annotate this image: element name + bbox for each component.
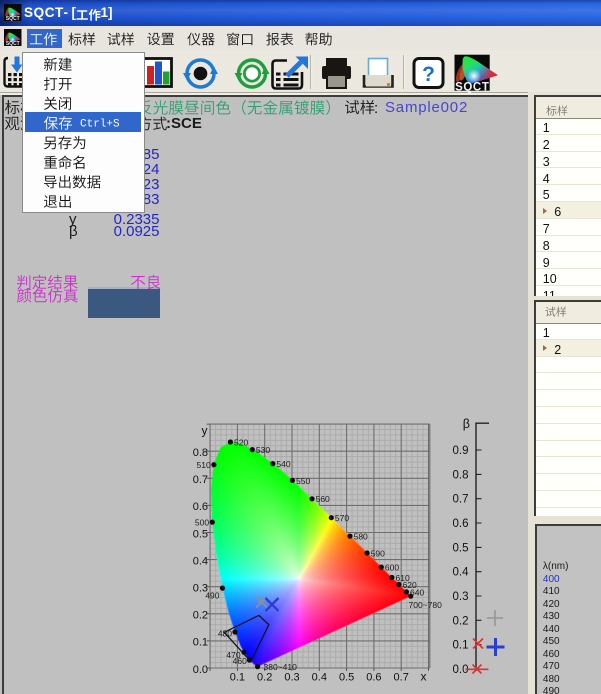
svg-text:Ctrl+S: Ctrl+S [80,119,120,131]
